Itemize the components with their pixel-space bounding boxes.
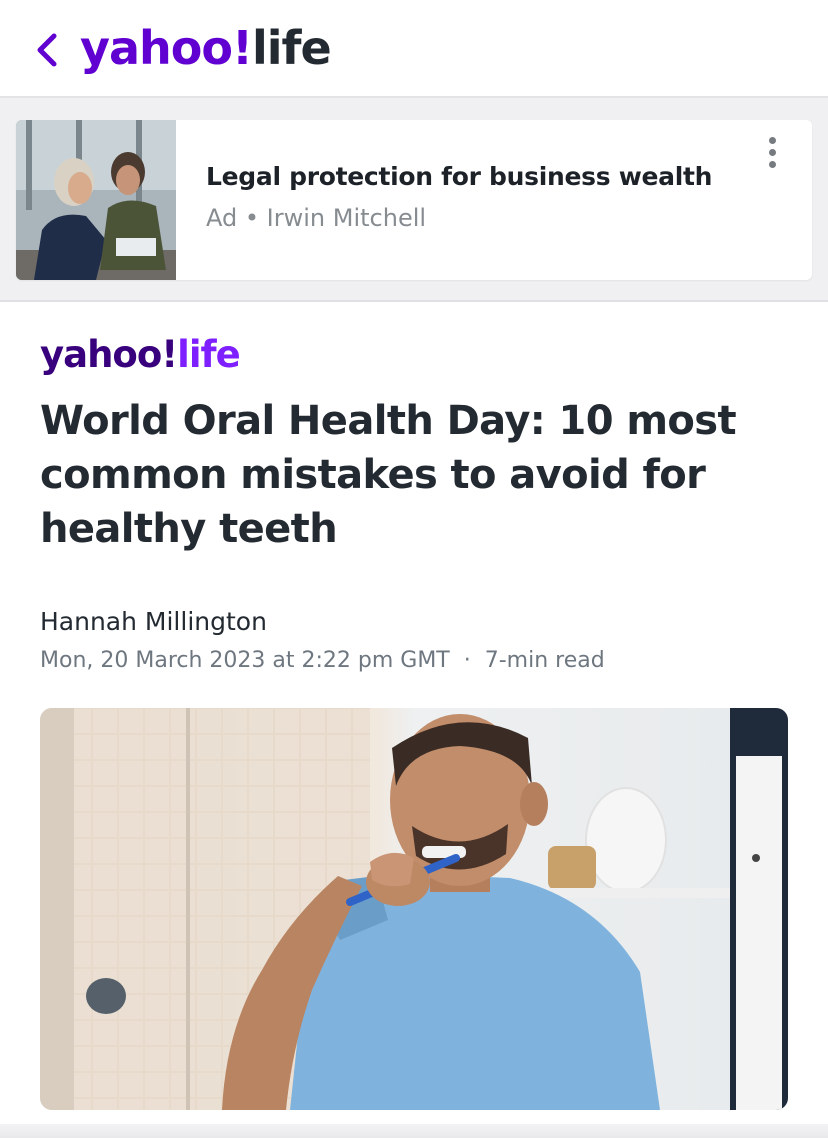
source-logo-section: life <box>177 333 241 376</box>
ad-title[interactable]: Legal protection for business wealth <box>206 162 712 191</box>
ad-banner-area: Legal protection for business wealth Ad … <box>0 98 828 302</box>
logo-section-text: life <box>251 21 332 75</box>
sponsored-ad-card[interactable]: Legal protection for business wealth Ad … <box>16 120 812 280</box>
yahoo-life-logo[interactable]: yahoo!life <box>80 18 332 78</box>
chevron-left-icon <box>37 33 57 67</box>
article-author[interactable]: Hannah Millington <box>40 607 267 636</box>
top-navigation-bar: yahoo!life <box>0 0 828 98</box>
ad-thumbnail-image <box>16 120 176 280</box>
publish-date: Mon, 20 March 2023 at 2:22 pm GMT <box>40 648 450 673</box>
article-hero-image[interactable] <box>40 708 788 1110</box>
logo-yahoo-text: yahoo! <box>80 21 253 75</box>
more-vertical-icon[interactable] <box>760 132 784 172</box>
article-content: yahoo!life World Oral Health Day: 10 mos… <box>0 302 828 1138</box>
article-headline: World Oral Health Day: 10 most common mi… <box>40 398 737 552</box>
ad-advertiser: Irwin Mitchell <box>266 204 427 232</box>
ad-attribution: Ad • Irwin Mitchell <box>206 204 426 232</box>
read-time: 7-min read <box>484 648 605 673</box>
article-meta: Mon, 20 March 2023 at 2:22 pm GMT · 7-min … <box>40 648 605 673</box>
back-button[interactable] <box>26 26 66 74</box>
source-logo-yahoo: yahoo! <box>40 333 178 376</box>
bottom-divider <box>0 1124 828 1138</box>
article-source-logo[interactable]: yahoo!life <box>40 332 241 378</box>
ad-label: Ad <box>206 204 238 232</box>
meta-separator: · <box>463 648 471 673</box>
ad-separator: • <box>244 204 260 232</box>
